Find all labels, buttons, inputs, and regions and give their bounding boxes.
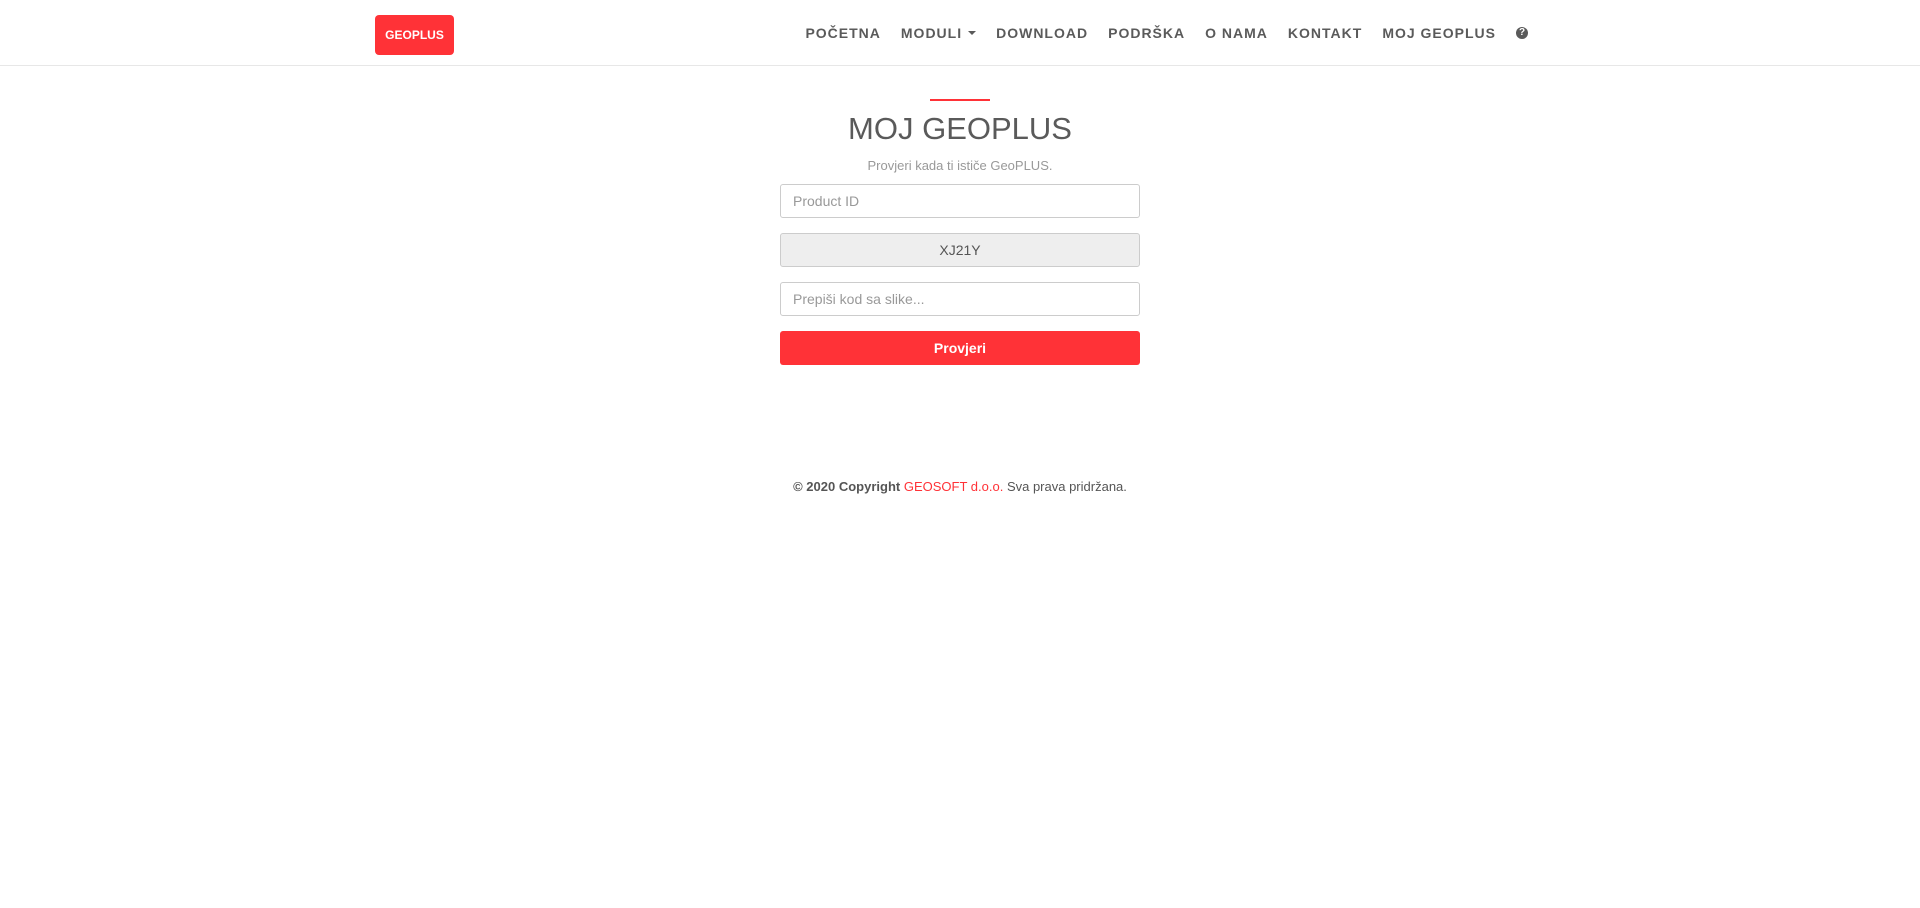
nav-item-podrska[interactable]: PODRŠKA — [1108, 25, 1185, 41]
main-nav: POČETNA MODULI DOWNLOAD PODRŠKA O NAMA K… — [785, 0, 1528, 66]
nav-item-download[interactable]: DOWNLOAD — [996, 25, 1088, 41]
footer-rights: Sva prava pridržana. — [1006, 479, 1127, 494]
brand-logo-button[interactable]: GEOPLUS — [375, 15, 454, 55]
captcha-input[interactable] — [780, 282, 1140, 316]
nav-item-moj-geoplus[interactable]: MOJ GEOPLUS — [1382, 25, 1496, 41]
page-title: MOJ GEOPLUS — [848, 111, 1072, 146]
nav-item-kontakt[interactable]: KONTAKT — [1288, 25, 1362, 41]
nav-item-moduli[interactable]: MODULI — [900, 25, 977, 41]
footer: © 2020 Copyright GEOSOFT d.o.o. Sva prav… — [0, 479, 1920, 494]
question-circle-icon: ? — [1516, 27, 1528, 39]
nav-item-moduli-label: MODULI — [900, 25, 963, 41]
caret-down-icon — [968, 31, 977, 35]
footer-copyright: © 2020 Copyright — [793, 479, 901, 494]
nav-item-help[interactable]: ? — [1516, 27, 1528, 39]
navbar: GEOPLUS POČETNA MODULI DOWNLOAD PODRŠKA … — [0, 0, 1920, 66]
page-subtitle: Provjeri kada ti ističe GeoPLUS. — [867, 158, 1053, 173]
provjeri-button[interactable]: Provjeri — [780, 331, 1140, 365]
nav-item-pocetna[interactable]: POČETNA — [805, 25, 880, 41]
captcha-code-display: XJ21Y — [780, 233, 1140, 267]
product-id-input[interactable] — [780, 184, 1140, 218]
footer-company-link[interactable]: GEOSOFT d.o.o. — [904, 479, 1003, 494]
title-accent-line — [930, 99, 990, 101]
check-license-section: MOJ GEOPLUS Provjeri kada ti ističe GeoP… — [780, 99, 1140, 365]
nav-item-o-nama[interactable]: O NAMA — [1205, 25, 1268, 41]
